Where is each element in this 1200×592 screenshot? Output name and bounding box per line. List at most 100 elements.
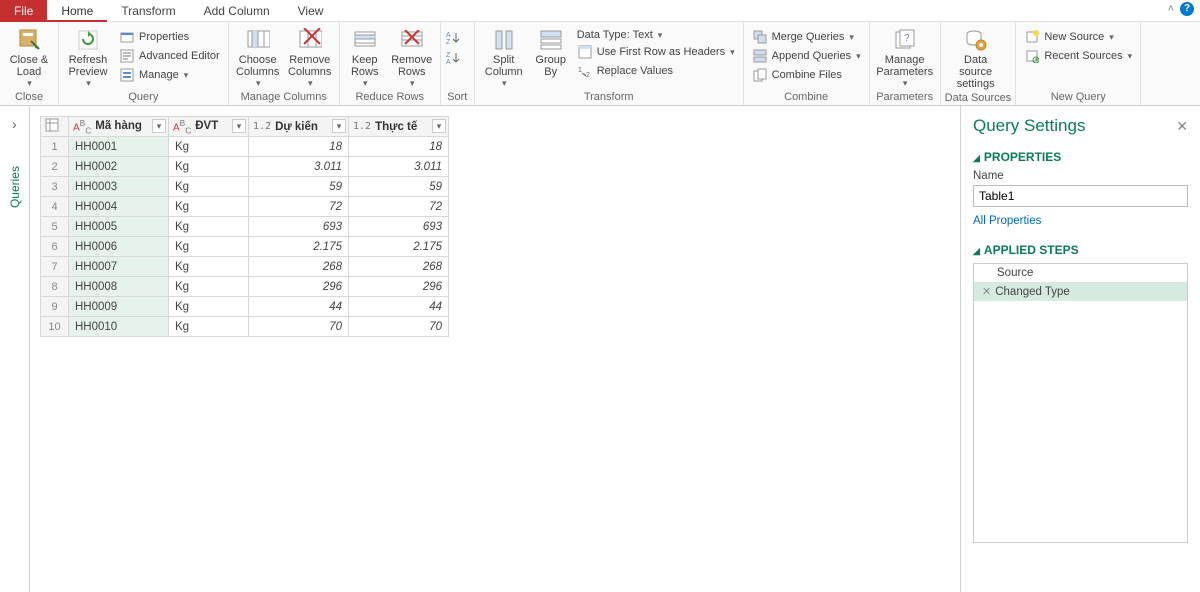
cell-dvt[interactable]: Kg (169, 277, 249, 297)
table-row[interactable]: 5HH0005Kg693693 (41, 217, 449, 237)
cell-du-kien[interactable]: 72 (249, 197, 349, 217)
data-source-settings-button[interactable]: Data source settings (945, 24, 1007, 90)
help-icon[interactable]: ? (1180, 2, 1194, 16)
cell-ma-hang[interactable]: HH0001 (69, 137, 169, 157)
row-number[interactable]: 8 (41, 277, 69, 297)
advanced-editor-button[interactable]: Advanced Editor (115, 47, 224, 65)
cell-thuc-te[interactable]: 70 (349, 317, 449, 337)
cell-thuc-te[interactable]: 268 (349, 257, 449, 277)
column-header-ma-hang[interactable]: ABC Mã hàng ▾ (69, 117, 169, 137)
column-filter-button[interactable]: ▾ (152, 119, 166, 133)
table-row[interactable]: 6HH0006Kg2.1752.175 (41, 237, 449, 257)
column-filter-button[interactable]: ▾ (432, 119, 446, 133)
row-number[interactable]: 3 (41, 177, 69, 197)
column-header-thuc-te[interactable]: 1.2 Thực tế ▾ (349, 117, 449, 137)
cell-ma-hang[interactable]: HH0010 (69, 317, 169, 337)
row-number[interactable]: 9 (41, 297, 69, 317)
cell-du-kien[interactable]: 296 (249, 277, 349, 297)
cell-thuc-te[interactable]: 72 (349, 197, 449, 217)
cell-dvt[interactable]: Kg (169, 317, 249, 337)
tab-file[interactable]: File (0, 0, 47, 22)
keep-rows-button[interactable]: Keep Rows ▾ (344, 24, 386, 89)
cell-thuc-te[interactable]: 296 (349, 277, 449, 297)
cell-thuc-te[interactable]: 693 (349, 217, 449, 237)
cell-thuc-te[interactable]: 3.011 (349, 157, 449, 177)
cell-dvt[interactable]: Kg (169, 297, 249, 317)
use-first-row-headers-button[interactable]: Use First Row as Headers ▾ (573, 43, 739, 61)
combine-files-button[interactable]: Combine Files (748, 66, 865, 84)
refresh-preview-button[interactable]: Refresh Preview ▾ (63, 24, 113, 89)
row-number[interactable]: 4 (41, 197, 69, 217)
cell-du-kien[interactable]: 2.175 (249, 237, 349, 257)
cell-dvt[interactable]: Kg (169, 217, 249, 237)
cell-thuc-te[interactable]: 18 (349, 137, 449, 157)
table-row[interactable]: 10HH0010Kg7070 (41, 317, 449, 337)
row-number[interactable]: 7 (41, 257, 69, 277)
cell-thuc-te[interactable]: 59 (349, 177, 449, 197)
cell-ma-hang[interactable]: HH0009 (69, 297, 169, 317)
append-queries-button[interactable]: Append Queries ▾ (748, 47, 865, 65)
split-column-button[interactable]: Split Column ▾ (479, 24, 529, 89)
cell-du-kien[interactable]: 693 (249, 217, 349, 237)
tab-view[interactable]: View (284, 0, 338, 22)
tab-home[interactable]: Home (47, 0, 107, 22)
close-query-settings-button[interactable]: ✕ (1176, 118, 1188, 135)
delete-step-icon[interactable]: ✕ (982, 285, 991, 298)
row-number[interactable]: 1 (41, 137, 69, 157)
cell-ma-hang[interactable]: HH0005 (69, 217, 169, 237)
new-source-button[interactable]: New Source ▾ (1020, 28, 1136, 46)
sort-asc-button[interactable]: AZ (445, 30, 461, 46)
data-type-button[interactable]: Data Type: Text ▾ (573, 28, 739, 42)
table-corner-button[interactable] (41, 117, 69, 137)
row-number[interactable]: 10 (41, 317, 69, 337)
recent-sources-button[interactable]: Recent Sources ▾ (1020, 47, 1136, 65)
table-row[interactable]: 4HH0004Kg7272 (41, 197, 449, 217)
cell-ma-hang[interactable]: HH0004 (69, 197, 169, 217)
cell-ma-hang[interactable]: HH0007 (69, 257, 169, 277)
merge-queries-button[interactable]: Merge Queries ▾ (748, 28, 865, 46)
column-header-du-kien[interactable]: 1.2 Dự kiến ▾ (249, 117, 349, 137)
row-number[interactable]: 5 (41, 217, 69, 237)
cell-ma-hang[interactable]: HH0002 (69, 157, 169, 177)
row-number[interactable]: 2 (41, 157, 69, 177)
cell-dvt[interactable]: Kg (169, 177, 249, 197)
cell-dvt[interactable]: Kg (169, 237, 249, 257)
expand-queries-button[interactable]: › (0, 116, 29, 132)
cell-ma-hang[interactable]: HH0003 (69, 177, 169, 197)
applied-step[interactable]: Source (974, 264, 1187, 282)
manage-button[interactable]: Manage ▾ (115, 66, 224, 84)
applied-step[interactable]: ✕Changed Type (974, 282, 1187, 301)
cell-du-kien[interactable]: 70 (249, 317, 349, 337)
sort-desc-button[interactable]: ZA (445, 50, 461, 66)
cell-du-kien[interactable]: 18 (249, 137, 349, 157)
cell-ma-hang[interactable]: HH0008 (69, 277, 169, 297)
tab-add-column[interactable]: Add Column (190, 0, 284, 22)
table-row[interactable]: 7HH0007Kg268268 (41, 257, 449, 277)
cell-du-kien[interactable]: 59 (249, 177, 349, 197)
tab-transform[interactable]: Transform (107, 0, 189, 22)
cell-ma-hang[interactable]: HH0006 (69, 237, 169, 257)
table-row[interactable]: 9HH0009Kg4444 (41, 297, 449, 317)
row-number[interactable]: 6 (41, 237, 69, 257)
cell-du-kien[interactable]: 44 (249, 297, 349, 317)
column-filter-button[interactable]: ▾ (232, 119, 246, 133)
column-filter-button[interactable]: ▾ (332, 119, 346, 133)
applied-steps-section-header[interactable]: ◢APPLIED STEPS (973, 243, 1188, 257)
properties-button[interactable]: Properties (115, 28, 224, 46)
cell-dvt[interactable]: Kg (169, 197, 249, 217)
cell-du-kien[interactable]: 268 (249, 257, 349, 277)
cell-du-kien[interactable]: 3.011 (249, 157, 349, 177)
remove-columns-button[interactable]: Remove Columns ▾ (285, 24, 335, 89)
table-row[interactable]: 8HH0008Kg296296 (41, 277, 449, 297)
all-properties-link[interactable]: All Properties (973, 215, 1041, 227)
cell-dvt[interactable]: Kg (169, 157, 249, 177)
choose-columns-button[interactable]: Choose Columns ▾ (233, 24, 283, 89)
query-name-input[interactable] (973, 185, 1188, 207)
cell-thuc-te[interactable]: 2.175 (349, 237, 449, 257)
group-by-button[interactable]: Group By (531, 24, 571, 78)
properties-section-header[interactable]: ◢PROPERTIES (973, 150, 1188, 164)
manage-parameters-button[interactable]: ? Manage Parameters ▾ (874, 24, 936, 89)
close-and-load-button[interactable]: Close & Load ▾ (4, 24, 54, 89)
table-row[interactable]: 2HH0002Kg3.0113.011 (41, 157, 449, 177)
cell-thuc-te[interactable]: 44 (349, 297, 449, 317)
